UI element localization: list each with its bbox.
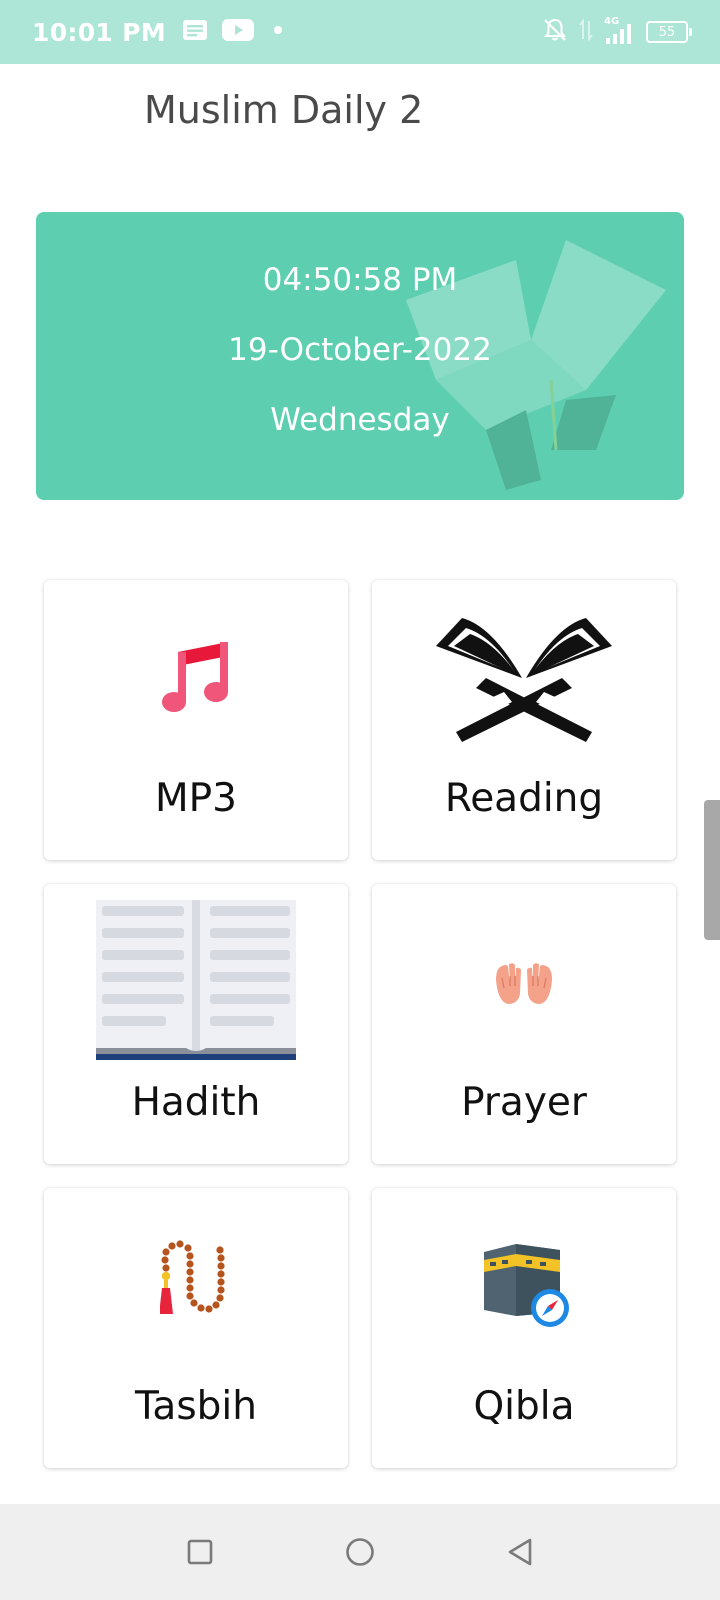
current-day: Wednesday <box>270 402 450 438</box>
notification-icons <box>182 19 288 45</box>
dot-icon <box>268 19 288 45</box>
open-book-icon <box>44 900 348 1060</box>
scrollbar-thumb[interactable] <box>704 800 720 940</box>
signal-4g-icon: 4G <box>604 16 636 46</box>
menu-card-tasbih[interactable]: Tasbih <box>44 1188 348 1468</box>
square-icon <box>187 1539 213 1565</box>
menu-label-hadith: Hadith <box>131 1080 261 1125</box>
data-transfer-icon <box>578 17 594 47</box>
triangle-back-icon <box>508 1538 532 1566</box>
menu-card-hadith[interactable]: Hadith <box>44 884 348 1164</box>
system-status-icons: 4G 55 <box>542 16 692 47</box>
battery-level: 55 <box>658 24 676 40</box>
message-icon <box>182 19 208 45</box>
system-navigation-bar <box>0 1504 720 1600</box>
status-time: 10:01 PM <box>32 17 166 47</box>
praying-hands-icon <box>372 958 676 1006</box>
menu-label-prayer: Prayer <box>461 1080 587 1125</box>
current-date: 19-October-2022 <box>228 332 492 368</box>
menu-card-qibla[interactable]: Qibla <box>372 1188 676 1468</box>
status-bar: 10:01 PM 4G 55 <box>0 0 720 64</box>
battery-indicator: 55 <box>646 21 692 43</box>
kaaba-compass-icon <box>372 1242 676 1328</box>
menu-label-qibla: Qibla <box>473 1384 575 1429</box>
youtube-icon <box>221 19 254 45</box>
datetime-card: 04:50:58 PM 19-October-2022 Wednesday <box>36 212 684 500</box>
quran-stand-icon <box>372 616 676 742</box>
menu-card-mp3[interactable]: MP3 <box>44 580 348 860</box>
menu-label-mp3: MP3 <box>155 776 237 821</box>
prayer-beads-icon <box>44 1240 348 1320</box>
notifications-off-icon <box>542 17 568 47</box>
menu-label-tasbih: Tasbih <box>135 1384 257 1429</box>
current-time: 04:50:58 PM <box>262 262 458 298</box>
back-button[interactable] <box>490 1522 550 1582</box>
home-button[interactable] <box>330 1522 390 1582</box>
app-title: Muslim Daily 2 <box>144 88 424 132</box>
recent-apps-button[interactable] <box>170 1522 230 1582</box>
menu-label-reading: Reading <box>444 776 604 821</box>
menu-card-prayer[interactable]: Prayer <box>372 884 676 1164</box>
menu-card-reading[interactable]: Reading <box>372 580 676 860</box>
circle-icon <box>346 1538 374 1566</box>
music-note-icon <box>44 634 348 714</box>
